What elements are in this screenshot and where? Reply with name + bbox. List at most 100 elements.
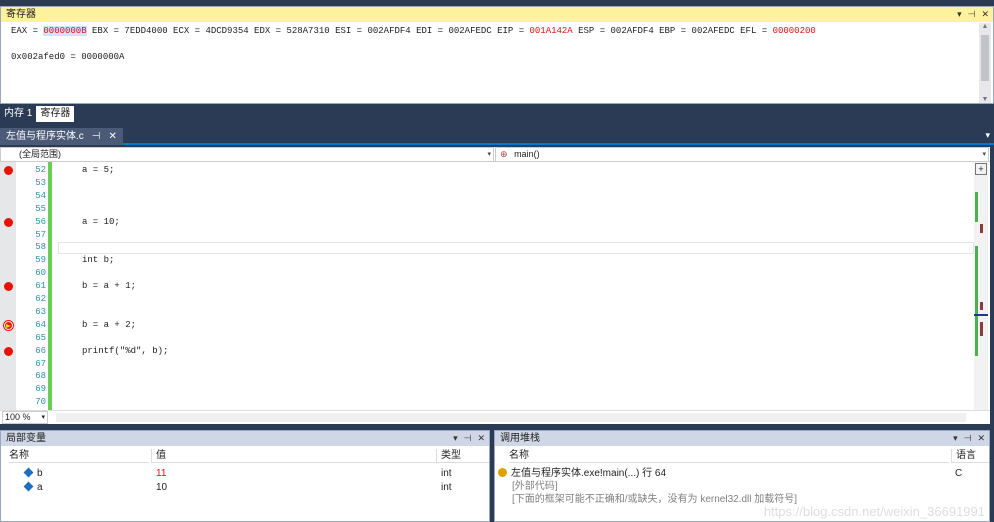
line-number: 53 [35,177,46,188]
register-segment: 001A142A [529,26,573,36]
line-number: 57 [35,229,46,240]
line-number: 68 [35,371,46,382]
column-header-type[interactable]: 类型 [436,449,489,463]
register-segment: EAX = [11,26,44,36]
column-header-value[interactable]: 值 [151,449,435,463]
chevron-down-icon[interactable]: ▾ [985,130,990,141]
register-segment: ESP = 002AFDF4 EBP = 002AFEDC EFL = [572,26,773,36]
pin-icon[interactable]: ⊣ [464,431,472,446]
line-number: 56 [35,216,46,227]
tab-registers[interactable]: 寄存器 [36,106,75,122]
editor-horizontal-scrollbar[interactable] [56,413,966,422]
locals-panel-title: 局部变量 [6,433,46,444]
callstack-frame-label: 左值与程序实体.exe!main(...) 行 64 [511,468,667,479]
callstack-frame[interactable]: [下面的框架可能不正确和/或缺失，没有为 kernel32.dll 加载符号] [512,493,797,506]
callstack-panel-header[interactable]: 调用堆栈 ▾ ⊣ ✕ [495,431,989,446]
registers-panel-header[interactable]: 寄存器 ▾ ⊣ ✕ [1,7,993,22]
dropdown-icon[interactable]: ▾ [453,431,458,446]
change-tracking-bar [48,162,52,410]
pin-icon[interactable]: ⊣ [968,7,976,22]
code-line[interactable]: b = a + 2; [82,320,136,330]
scroll-breakpoint-marker [980,302,983,310]
scrollbar-thumb[interactable] [981,35,989,81]
close-icon[interactable]: ✕ [977,431,985,446]
scroll-breakpoint-marker [980,322,983,336]
tab-memory-1[interactable]: 内存 1 [0,106,36,122]
dropdown-icon[interactable]: ▾ [957,7,962,22]
breakpoint-icon[interactable] [4,346,13,356]
registers-vertical-scrollbar[interactable]: ▲ ▼ [979,23,991,103]
scope-select-value: (全局范围) [19,149,61,159]
breakpoint-icon[interactable] [4,166,13,175]
variable-value[interactable]: 11 [156,467,166,480]
scroll-breakpoint-marker [980,224,983,233]
register-segment: 0000000B [43,26,87,36]
registers-panel: 寄存器 ▾ ⊣ ✕ EAX = 0000000B EBX = 7EDD4000 … [0,6,994,104]
document-tab[interactable]: 左值与程序实体.c ⊣ ✕ [0,128,123,145]
editor-vertical-scrollbar[interactable]: + [974,162,988,410]
editor-status-row: 100 % ▾ [0,410,990,424]
variable-value[interactable]: 10 [156,481,167,494]
breakpoint-icon[interactable] [4,217,13,227]
pin-icon[interactable]: ⊣ [92,128,101,145]
function-select[interactable]: ⊕ main() ▾ [495,147,989,162]
variable-icon [23,481,34,492]
chevron-down-icon: ▾ [982,151,986,158]
scope-select[interactable]: (全局范围) ▾ [0,147,494,162]
register-memory-line: 0x002afed0 = 0000000A [11,52,125,62]
variable-name: a [37,482,43,493]
line-number: 62 [35,294,46,304]
scroll-change-marker [975,246,978,356]
zoom-select[interactable]: 100 % ▾ [2,411,48,424]
line-number: 65 [35,332,46,343]
scroll-change-marker [975,192,978,222]
pin-icon[interactable]: ⊣ [964,431,972,446]
locals-row-name[interactable]: a [23,481,43,494]
scroll-up-icon[interactable]: ▲ [979,23,991,30]
chevron-down-icon: ▾ [41,414,45,421]
watermark: https://blog.csdn.net/weixin_36691991 [763,504,985,519]
close-icon[interactable]: ✕ [109,128,117,145]
line-number: 67 [35,358,46,369]
code-line[interactable]: int b; [82,255,114,265]
callstack-frame[interactable]: 左值与程序实体.exe!main(...) 行 64 [498,467,666,480]
locals-panel: 局部变量 ▾ ⊣ ✕ 名称 值 类型 b 11 int a 10 int [0,430,490,522]
column-header-name[interactable]: 名称 [509,449,949,463]
variable-type: int [441,468,452,479]
register-values-line: EAX = 0000000B EBX = 7EDD4000 ECX = 4DCD… [11,26,816,36]
code-line[interactable]: a = 5; [82,165,114,175]
document-tab-strip: 左值与程序实体.c ⊣ ✕ ▾ [0,128,994,145]
line-number: 61 [35,281,46,292]
function-icon: ⊕ [500,149,508,159]
column-header-name[interactable]: 名称 [9,449,149,463]
registers-panel-title: 寄存器 [6,9,36,20]
zoom-value: 100 % [5,412,31,422]
code-line[interactable]: printf("%d", b); [82,346,168,356]
current-statement-breakpoint-icon[interactable] [4,320,13,330]
code-line[interactable]: a = 10; [82,217,120,227]
line-number: 66 [35,345,46,356]
variable-icon [23,467,34,478]
locals-panel-header[interactable]: 局部变量 ▾ ⊣ ✕ [1,431,489,446]
scroll-down-icon[interactable]: ▼ [979,96,991,103]
function-select-value: main() [514,149,540,159]
code-line[interactable]: b = a + 1; [82,281,136,291]
callstack-frame[interactable]: [外部代码] [512,480,558,493]
register-segment: EBX = 7EDD4000 ECX = 4DCD9354 EDX = 528A… [86,26,530,36]
line-number: 60 [35,268,46,279]
line-number: 54 [35,190,46,201]
dropdown-icon[interactable]: ▾ [953,431,958,446]
callstack-frame-language: C [955,468,963,479]
current-line-highlight [58,242,974,254]
document-tab-label: 左值与程序实体.c [6,131,84,142]
locals-row-name[interactable]: b [23,467,43,480]
split-window-icon[interactable]: + [975,163,987,175]
line-number: 59 [35,255,46,266]
callstack-frame-label: [下面的框架可能不正确和/或缺失，没有为 kernel32.dll 加载符号] [512,494,798,505]
column-header-language[interactable]: 语言 [951,449,989,463]
close-icon[interactable]: ✕ [477,431,485,446]
code-editor[interactable]: 52 a = 5; 53 54 55 56 a = 10; 57 58 59 int b; 60 61 b… [0,162,990,410]
register-segment: 00000200 [772,26,816,36]
variable-type: int [441,482,452,493]
close-icon[interactable]: ✕ [981,7,989,22]
